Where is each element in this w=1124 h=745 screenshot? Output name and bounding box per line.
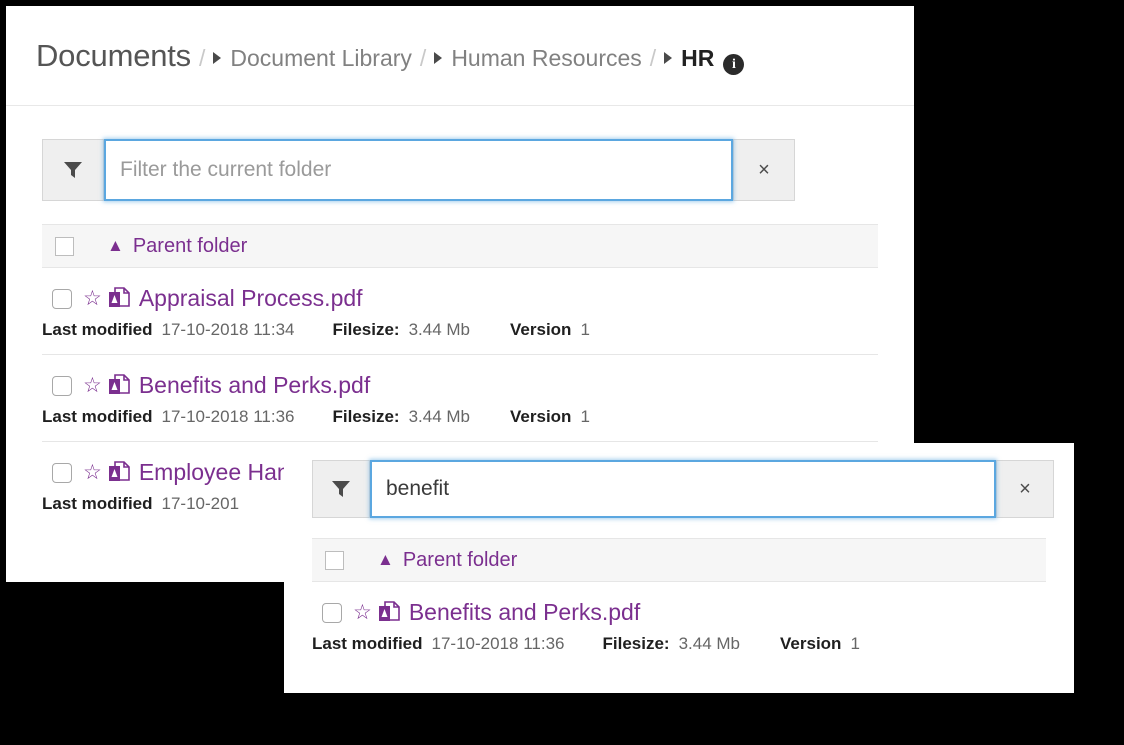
- meta-value-filesize: 3.44 Mb: [678, 634, 741, 653]
- breadcrumb-separator: /: [199, 44, 206, 71]
- meta-value-last-modified: 17-10-201: [161, 494, 240, 513]
- file-title-line: ☆ Benefits and Perks.pdf: [52, 372, 878, 399]
- file-meta: Last modified 17-10-2018 11:34 Filesize:…: [42, 320, 878, 340]
- pdf-file-icon: [108, 373, 130, 394]
- meta-label-last-modified: Last modified: [42, 320, 153, 339]
- file-select-checkbox[interactable]: [52, 375, 72, 396]
- breadcrumb-item-hr[interactable]: HR: [681, 45, 714, 72]
- file-select-checkbox[interactable]: [322, 602, 342, 623]
- parent-folder-row[interactable]: ▲ Parent folder: [42, 224, 878, 268]
- filter-button[interactable]: [312, 460, 370, 518]
- breadcrumb-root[interactable]: Documents: [36, 38, 191, 74]
- meta-value-version: 1: [850, 634, 860, 653]
- pdf-file-icon: [108, 460, 130, 481]
- breadcrumb-bar: Documents / Document Library / Human Res…: [6, 6, 914, 106]
- meta-label-filesize: Filesize:: [332, 320, 400, 339]
- breadcrumb: Documents / Document Library / Human Res…: [36, 38, 745, 75]
- list-item[interactable]: ☆ Appraisal Process.pdf Last modified 17…: [42, 268, 878, 355]
- meta-value-version: 1: [580, 320, 590, 339]
- clear-filter-button[interactable]: ×: [996, 460, 1054, 518]
- meta-value-last-modified: 17-10-2018 11:34: [161, 320, 295, 339]
- file-name-link[interactable]: Benefits and Perks.pdf: [139, 372, 370, 399]
- file-name-link[interactable]: Appraisal Process.pdf: [139, 285, 363, 312]
- pdf-file-icon: [378, 600, 400, 621]
- parent-folder-checkbox[interactable]: [325, 550, 344, 570]
- favorite-star-icon[interactable]: ☆: [83, 462, 102, 483]
- parent-folder-checkbox[interactable]: [55, 236, 74, 256]
- parent-folder-label[interactable]: Parent folder: [403, 549, 518, 572]
- pdf-file-icon: [108, 286, 130, 307]
- caret-up-icon: ▲: [107, 235, 124, 255]
- triangle-right-icon[interactable]: [213, 51, 222, 64]
- file-list: ☆ Benefits and Perks.pdf Last modified 1…: [312, 582, 1046, 668]
- file-select-checkbox[interactable]: [52, 462, 72, 483]
- meta-label-last-modified: Last modified: [312, 634, 423, 653]
- info-icon[interactable]: i: [723, 54, 745, 75]
- funnel-icon: [64, 162, 82, 178]
- meta-label-last-modified: Last modified: [42, 407, 153, 426]
- favorite-star-icon[interactable]: ☆: [353, 602, 372, 623]
- list-item[interactable]: ☆ Benefits and Perks.pdf Last modified 1…: [312, 582, 1046, 668]
- meta-value-filesize: 3.44 Mb: [408, 407, 471, 426]
- filtered-results-window: × ▲ Parent folder ☆ Benefits and Perks: [284, 443, 1074, 693]
- favorite-star-icon[interactable]: ☆: [83, 288, 102, 309]
- meta-label-filesize: Filesize:: [332, 407, 400, 426]
- meta-label-filesize: Filesize:: [602, 634, 670, 653]
- filter-input[interactable]: [104, 139, 733, 201]
- filter-toolbar: ×: [42, 139, 795, 201]
- parent-folder-row[interactable]: ▲ Parent folder: [312, 538, 1046, 582]
- funnel-icon: [332, 481, 350, 497]
- screenshot-canvas: Documents / Document Library / Human Res…: [0, 0, 1124, 745]
- meta-value-filesize: 3.44 Mb: [408, 320, 471, 339]
- breadcrumb-item-human-resources[interactable]: Human Resources: [451, 45, 641, 72]
- breadcrumb-separator: /: [649, 44, 657, 71]
- triangle-right-icon[interactable]: [664, 51, 673, 64]
- meta-value-last-modified: 17-10-2018 11:36: [161, 407, 295, 426]
- caret-up-icon: ▲: [377, 549, 394, 569]
- triangle-right-icon[interactable]: [434, 51, 443, 64]
- file-title-line: ☆ Benefits and Perks.pdf: [322, 599, 1046, 626]
- file-name-link[interactable]: Benefits and Perks.pdf: [409, 599, 640, 626]
- filter-input[interactable]: [370, 460, 996, 518]
- filter-button[interactable]: [42, 139, 104, 201]
- meta-value-last-modified: 17-10-2018 11:36: [431, 634, 565, 653]
- favorite-star-icon[interactable]: ☆: [83, 375, 102, 396]
- breadcrumb-item-document-library[interactable]: Document Library: [230, 45, 412, 72]
- breadcrumb-separator: /: [419, 44, 427, 71]
- meta-label-last-modified: Last modified: [42, 494, 153, 513]
- clear-filter-button[interactable]: ×: [733, 139, 795, 201]
- parent-folder-label[interactable]: Parent folder: [133, 235, 248, 258]
- file-select-checkbox[interactable]: [52, 288, 72, 309]
- filter-toolbar: ×: [312, 460, 1054, 518]
- file-name-link[interactable]: Employee Han: [139, 459, 290, 486]
- meta-label-version: Version: [510, 407, 572, 426]
- file-meta: Last modified 17-10-2018 11:36 Filesize:…: [312, 634, 1046, 654]
- file-meta: Last modified 17-10-2018 11:36 Filesize:…: [42, 407, 878, 427]
- list-item[interactable]: ☆ Benefits and Perks.pdf Last modified 1…: [42, 355, 878, 442]
- meta-label-version: Version: [510, 320, 572, 339]
- meta-label-version: Version: [780, 634, 842, 653]
- meta-value-version: 1: [580, 407, 590, 426]
- file-title-line: ☆ Appraisal Process.pdf: [52, 285, 878, 312]
